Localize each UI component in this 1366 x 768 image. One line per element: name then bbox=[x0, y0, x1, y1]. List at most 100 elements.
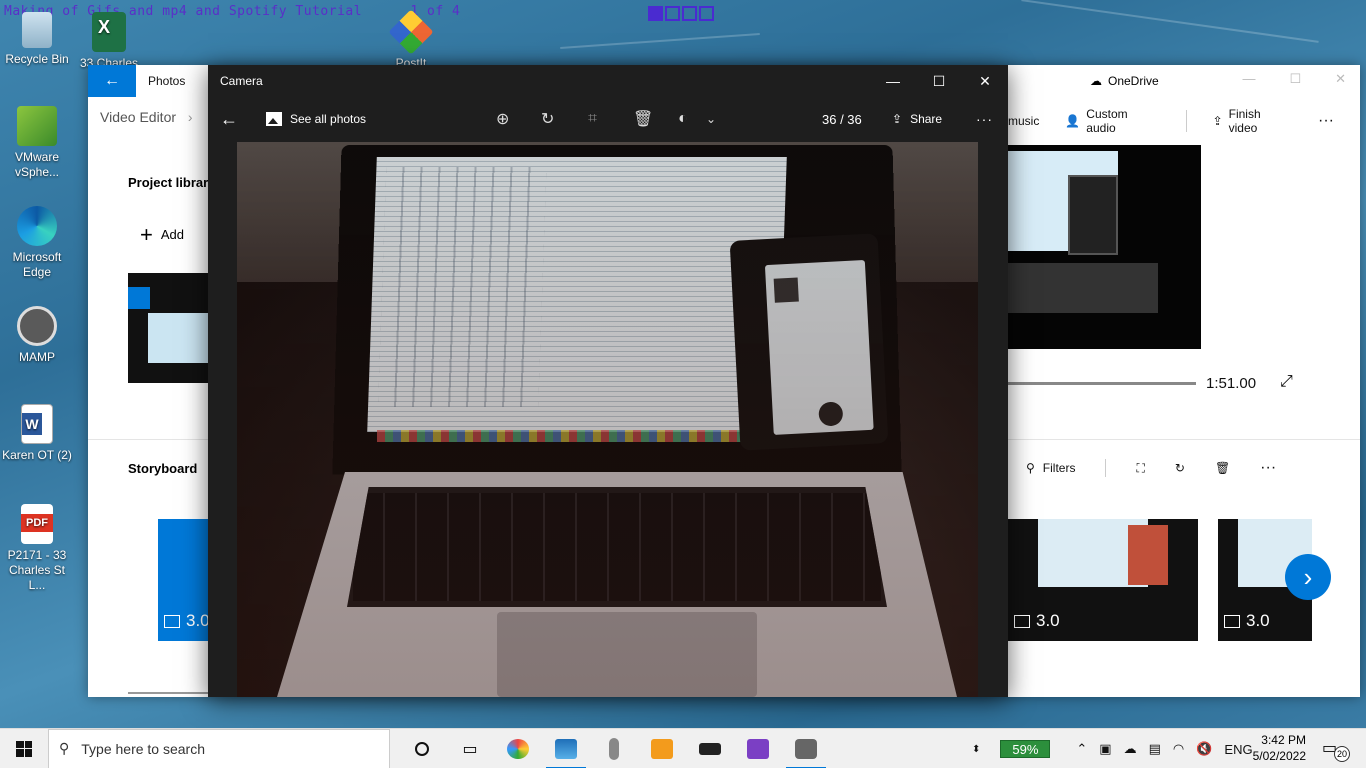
finish-video-label: Finish video bbox=[1228, 107, 1261, 135]
speaker-muted-icon[interactable]: 🔇 bbox=[1196, 741, 1212, 757]
wallpaper-crack bbox=[560, 33, 760, 49]
desktop-icon-label: Recycle Bin bbox=[5, 52, 69, 66]
storyboard-clip[interactable]: 3.0 bbox=[1008, 519, 1198, 641]
edit-enhance-icon[interactable]: ◐ bbox=[678, 110, 688, 128]
desktop-icon-mamp[interactable]: MAMP bbox=[0, 306, 74, 365]
battery-indicator[interactable]: 59% bbox=[1000, 740, 1051, 758]
resize-button[interactable]: ⛶ bbox=[1136, 461, 1144, 476]
camera-window[interactable]: Camera — ☐ ✕ ← See all photos ⊕ ↻ ⌗ 🗑 ◐ … bbox=[208, 65, 1008, 697]
video-player-icon[interactable] bbox=[638, 729, 686, 768]
photo-counter: 36 / 36 bbox=[822, 111, 862, 127]
pdf-icon: PDF bbox=[21, 504, 53, 544]
filters-button[interactable]: ⚲ Filters bbox=[1026, 461, 1075, 475]
more-options-button[interactable]: ··· bbox=[1318, 112, 1334, 130]
start-button[interactable] bbox=[0, 729, 48, 768]
close-icon[interactable]: ✕ bbox=[962, 65, 1008, 97]
custom-audio-button[interactable]: 👤 Custom audio bbox=[1065, 107, 1159, 135]
rotate-icon[interactable]: ↻ bbox=[541, 109, 554, 129]
desktop-icon-edge[interactable]: Microsoft Edge bbox=[0, 206, 74, 280]
image-icon bbox=[1014, 614, 1030, 628]
desktop-icon-pdf-file[interactable]: PDF P2171 - 33 Charles St L... bbox=[0, 504, 74, 593]
notification-count: 20 bbox=[1334, 746, 1350, 762]
chevron-up-icon[interactable]: ⌃ bbox=[1076, 741, 1087, 757]
camera-app-icon[interactable] bbox=[782, 729, 830, 768]
rotate-icon: ↻ bbox=[1174, 461, 1185, 475]
crop-icon[interactable]: ⌗ bbox=[588, 110, 597, 128]
share-button[interactable]: ⇪ Share bbox=[892, 112, 942, 126]
desktop-icon-excel-file[interactable]: X 33 Charles St... bbox=[72, 12, 146, 70]
add-label: Add bbox=[160, 227, 184, 242]
storyboard-more-button[interactable]: ··· bbox=[1260, 459, 1276, 477]
camera-photo-toolbar: ← See all photos ⊕ ↻ ⌗ 🗑 ◐ ⌄ 36 / 36 ⇪ S… bbox=[208, 101, 1008, 137]
storyboard-scrollbar[interactable] bbox=[128, 692, 208, 694]
expand-icon[interactable]: ⤢ bbox=[1280, 373, 1293, 391]
finish-video-button[interactable]: ⇪ Finish video bbox=[1213, 107, 1292, 135]
minimize-icon[interactable]: — bbox=[870, 65, 916, 97]
wifi-icon[interactable]: ◠ bbox=[1173, 741, 1184, 757]
add-media-button[interactable]: + Add bbox=[140, 221, 184, 247]
playback-scrubber[interactable] bbox=[1008, 382, 1196, 385]
task-view-icon[interactable]: ▭ bbox=[446, 729, 494, 768]
clip-duration-label: 3.0 bbox=[1246, 611, 1270, 630]
chevron-down-icon[interactable]: ⌄ bbox=[706, 112, 716, 126]
visual-studio-icon[interactable] bbox=[734, 729, 782, 768]
library-thumbnail[interactable] bbox=[128, 273, 208, 383]
desktop-icon-word-file[interactable]: W Karen OT (2) bbox=[0, 404, 74, 463]
selected-indicator bbox=[128, 287, 150, 309]
back-arrow-icon[interactable]: ← bbox=[220, 109, 238, 130]
notification-center-icon[interactable]: ▭ 20 bbox=[1322, 738, 1350, 762]
storyboard-clip[interactable]: 3.0 bbox=[158, 519, 210, 641]
video-preview[interactable] bbox=[1008, 145, 1201, 349]
zoom-in-icon[interactable]: ⊕ bbox=[496, 109, 509, 129]
desktop-icon-postit[interactable]: PostIt bbox=[374, 9, 448, 66]
storyboard-toolbar: ⚲ Filters ⛶ ↻ 🗑 ··· bbox=[1026, 459, 1306, 477]
export-icon: ⇪ bbox=[1212, 114, 1223, 128]
camera-title: Camera bbox=[220, 74, 263, 88]
image-icon bbox=[266, 112, 282, 126]
wallpaper-crack bbox=[1021, 0, 1319, 43]
music-label: music bbox=[1008, 114, 1040, 128]
recording-icon[interactable]: ▤ bbox=[1149, 741, 1161, 757]
clock-time: 3:42 PM bbox=[1261, 733, 1306, 747]
photos-app-icon[interactable] bbox=[542, 729, 590, 768]
storyboard-next-button[interactable]: › bbox=[1285, 554, 1331, 600]
onedrive-status[interactable]: ☁ OneDrive bbox=[1090, 74, 1159, 88]
breadcrumb[interactable]: Video Editor › bbox=[100, 109, 193, 125]
onedrive-cloud-icon[interactable]: ☁ bbox=[1124, 741, 1137, 757]
close-icon[interactable]: ✕ bbox=[1335, 71, 1346, 87]
desktop-icon-vmware[interactable]: VMware vSphe... bbox=[0, 106, 74, 180]
project-library-heading: Project librar bbox=[128, 175, 209, 190]
desktop-icon-recycle-bin[interactable]: Recycle Bin bbox=[0, 12, 74, 67]
language-indicator[interactable]: ENG bbox=[1224, 742, 1252, 757]
clip-thumbnail-phone bbox=[1128, 525, 1168, 585]
plus-icon: + bbox=[140, 221, 153, 247]
maximize-icon[interactable]: ☐ bbox=[916, 65, 962, 97]
voice-recorder-icon[interactable] bbox=[590, 729, 638, 768]
breadcrumb-video-editor[interactable]: Video Editor bbox=[100, 109, 176, 125]
maximize-icon[interactable]: ☐ bbox=[1289, 71, 1301, 87]
meet-now-icon[interactable]: ▣ bbox=[1099, 741, 1111, 757]
photos-title: Photos bbox=[148, 74, 186, 88]
preview-keyboard bbox=[1008, 263, 1158, 313]
trash-icon[interactable]: 🗑 bbox=[633, 109, 653, 129]
background-music-button[interactable]: music bbox=[1008, 114, 1039, 128]
more-icon[interactable]: ··· bbox=[976, 111, 993, 127]
app-box-icon[interactable] bbox=[686, 729, 734, 768]
word-icon: W bbox=[21, 404, 53, 444]
desktop-icon-label: Karen OT (2) bbox=[2, 448, 72, 462]
delete-button[interactable]: 🗑 bbox=[1215, 461, 1230, 475]
desktop-icon-label: Microsoft Edge bbox=[12, 250, 62, 279]
minimize-icon[interactable]: — bbox=[1242, 71, 1255, 87]
taskbar-search-box[interactable]: ⚲ Type here to search bbox=[48, 728, 390, 768]
recycle-bin-icon bbox=[22, 12, 52, 48]
trash-icon: 🗑 bbox=[1214, 461, 1231, 475]
back-arrow-icon[interactable]: ← bbox=[88, 65, 136, 97]
tray-scroll-icon[interactable]: ⬍ bbox=[972, 744, 980, 755]
paint-icon[interactable] bbox=[494, 729, 542, 768]
rotate-button[interactable]: ↻ bbox=[1175, 461, 1185, 475]
share-icon: ⇪ bbox=[892, 112, 903, 126]
see-all-photos-button[interactable]: See all photos bbox=[266, 112, 366, 126]
taskbar-clock[interactable]: 3:42 PM 5/02/2022 bbox=[1252, 732, 1306, 764]
more-icon: ··· bbox=[1260, 459, 1277, 476]
cortana-icon[interactable] bbox=[398, 729, 446, 768]
